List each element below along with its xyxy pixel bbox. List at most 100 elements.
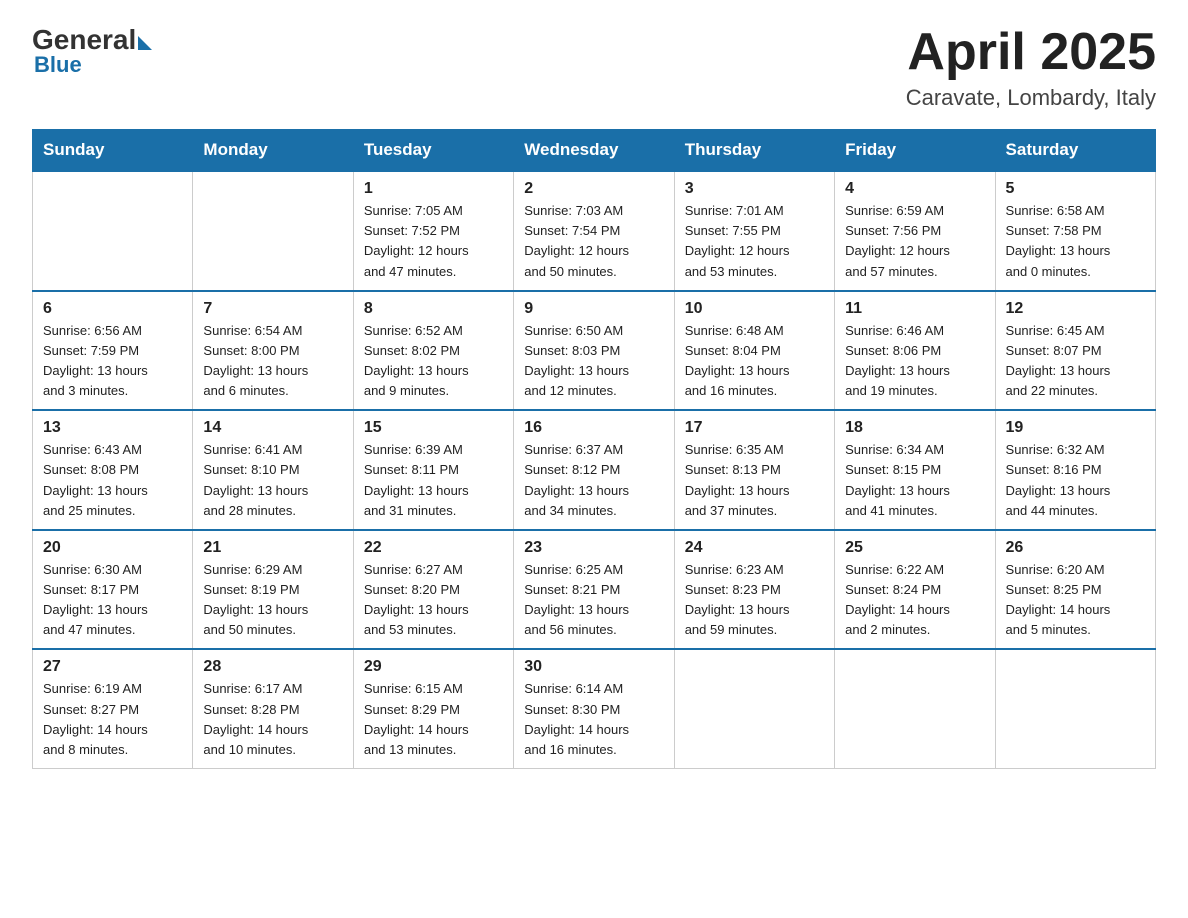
- day-info: Sunrise: 7:01 AM Sunset: 7:55 PM Dayligh…: [685, 201, 824, 282]
- day-number: 20: [43, 539, 182, 557]
- day-number: 28: [203, 658, 342, 676]
- day-number: 26: [1006, 539, 1145, 557]
- calendar-cell: 4 Sunrise: 6:59 AM Sunset: 7:56 PM Daylig…: [835, 171, 995, 291]
- calendar-cell: 26 Sunrise: 6:20 AM Sunset: 8:25 PM Dayli…: [995, 530, 1155, 650]
- calendar-cell: 27Sunrise: 6:19 AM Sunset: 8:27 PM Dayli…: [33, 649, 193, 768]
- calendar-header-row: SundayMondayTuesdayWednesdayThursdayFrid…: [33, 130, 1156, 172]
- calendar-cell: 15 Sunrise: 6:39 AM Sunset: 8:11 PM Dayli…: [353, 410, 513, 530]
- day-number: 24: [685, 539, 824, 557]
- calendar-cell: 9 Sunrise: 6:50 AM Sunset: 8:03 PM Daylig…: [514, 291, 674, 411]
- calendar-cell: 24Sunrise: 6:23 AM Sunset: 8:23 PM Dayli…: [674, 530, 834, 650]
- day-number: 13: [43, 419, 182, 437]
- day-number: 30: [524, 658, 663, 676]
- day-info: Sunrise: 7:03 AM Sunset: 7:54 PM Dayligh…: [524, 201, 663, 282]
- day-number: 9: [524, 300, 663, 318]
- calendar-cell: 8Sunrise: 6:52 AM Sunset: 8:02 PM Daylig…: [353, 291, 513, 411]
- day-number: 10: [685, 300, 824, 318]
- day-info: Sunrise: 6:20 AM Sunset: 8:25 PM Dayligh…: [1006, 560, 1145, 641]
- weekday-header-saturday: Saturday: [995, 130, 1155, 172]
- calendar-table: SundayMondayTuesdayWednesdayThursdayFrid…: [32, 129, 1156, 769]
- week-row-1: 1 Sunrise: 7:05 AM Sunset: 7:52 PM Daylig…: [33, 171, 1156, 291]
- page-title: April 2025: [906, 24, 1156, 81]
- day-info: Sunrise: 6:15 AM Sunset: 8:29 PM Dayligh…: [364, 679, 503, 760]
- day-info: Sunrise: 6:22 AM Sunset: 8:24 PM Dayligh…: [845, 560, 984, 641]
- calendar-cell: [33, 171, 193, 291]
- day-info: Sunrise: 6:14 AM Sunset: 8:30 PM Dayligh…: [524, 679, 663, 760]
- calendar-cell: 21 Sunrise: 6:29 AM Sunset: 8:19 PM Dayli…: [193, 530, 353, 650]
- day-info: Sunrise: 6:27 AM Sunset: 8:20 PM Dayligh…: [364, 560, 503, 641]
- day-number: 1: [364, 180, 503, 198]
- calendar-cell: 30 Sunrise: 6:14 AM Sunset: 8:30 PM Dayli…: [514, 649, 674, 768]
- day-info: Sunrise: 7:05 AM Sunset: 7:52 PM Dayligh…: [364, 201, 503, 282]
- day-info: Sunrise: 6:41 AM Sunset: 8:10 PM Dayligh…: [203, 440, 342, 521]
- calendar-cell: 20 Sunrise: 6:30 AM Sunset: 8:17 PM Dayli…: [33, 530, 193, 650]
- calendar-cell: [674, 649, 834, 768]
- day-info: Sunrise: 6:43 AM Sunset: 8:08 PM Dayligh…: [43, 440, 182, 521]
- calendar-cell: 1 Sunrise: 7:05 AM Sunset: 7:52 PM Daylig…: [353, 171, 513, 291]
- day-info: Sunrise: 6:30 AM Sunset: 8:17 PM Dayligh…: [43, 560, 182, 641]
- day-number: 21: [203, 539, 342, 557]
- day-number: 22: [364, 539, 503, 557]
- weekday-header-friday: Friday: [835, 130, 995, 172]
- day-number: 3: [685, 180, 824, 198]
- day-info: Sunrise: 6:54 AM Sunset: 8:00 PM Dayligh…: [203, 321, 342, 402]
- day-info: Sunrise: 6:35 AM Sunset: 8:13 PM Dayligh…: [685, 440, 824, 521]
- week-row-2: 6 Sunrise: 6:56 AM Sunset: 7:59 PM Daylig…: [33, 291, 1156, 411]
- calendar-cell: 5Sunrise: 6:58 AM Sunset: 7:58 PM Daylig…: [995, 171, 1155, 291]
- day-number: 8: [364, 300, 503, 318]
- day-info: Sunrise: 6:29 AM Sunset: 8:19 PM Dayligh…: [203, 560, 342, 641]
- logo-blue-text: Blue: [34, 52, 82, 78]
- week-row-5: 27Sunrise: 6:19 AM Sunset: 8:27 PM Dayli…: [33, 649, 1156, 768]
- day-info: Sunrise: 6:45 AM Sunset: 8:07 PM Dayligh…: [1006, 321, 1145, 402]
- day-number: 29: [364, 658, 503, 676]
- page-subtitle: Caravate, Lombardy, Italy: [906, 85, 1156, 111]
- weekday-header-sunday: Sunday: [33, 130, 193, 172]
- calendar-cell: 19 Sunrise: 6:32 AM Sunset: 8:16 PM Dayli…: [995, 410, 1155, 530]
- calendar-cell: 22 Sunrise: 6:27 AM Sunset: 8:20 PM Dayli…: [353, 530, 513, 650]
- logo-triangle-icon: [138, 36, 152, 50]
- day-number: 17: [685, 419, 824, 437]
- calendar-cell: 25 Sunrise: 6:22 AM Sunset: 8:24 PM Dayli…: [835, 530, 995, 650]
- day-info: Sunrise: 6:50 AM Sunset: 8:03 PM Dayligh…: [524, 321, 663, 402]
- day-info: Sunrise: 6:37 AM Sunset: 8:12 PM Dayligh…: [524, 440, 663, 521]
- day-info: Sunrise: 6:39 AM Sunset: 8:11 PM Dayligh…: [364, 440, 503, 521]
- logo: General Blue: [32, 24, 152, 78]
- calendar-cell: 6 Sunrise: 6:56 AM Sunset: 7:59 PM Daylig…: [33, 291, 193, 411]
- weekday-header-thursday: Thursday: [674, 130, 834, 172]
- day-info: Sunrise: 6:59 AM Sunset: 7:56 PM Dayligh…: [845, 201, 984, 282]
- calendar-cell: 13 Sunrise: 6:43 AM Sunset: 8:08 PM Dayli…: [33, 410, 193, 530]
- day-number: 12: [1006, 300, 1145, 318]
- day-number: 4: [845, 180, 984, 198]
- day-info: Sunrise: 6:46 AM Sunset: 8:06 PM Dayligh…: [845, 321, 984, 402]
- week-row-4: 20 Sunrise: 6:30 AM Sunset: 8:17 PM Dayli…: [33, 530, 1156, 650]
- day-number: 5: [1006, 180, 1145, 198]
- day-info: Sunrise: 6:48 AM Sunset: 8:04 PM Dayligh…: [685, 321, 824, 402]
- title-area: April 2025 Caravate, Lombardy, Italy: [906, 24, 1156, 111]
- day-info: Sunrise: 6:56 AM Sunset: 7:59 PM Dayligh…: [43, 321, 182, 402]
- day-number: 6: [43, 300, 182, 318]
- day-number: 27: [43, 658, 182, 676]
- calendar-cell: 10 Sunrise: 6:48 AM Sunset: 8:04 PM Dayli…: [674, 291, 834, 411]
- day-number: 14: [203, 419, 342, 437]
- day-info: Sunrise: 6:32 AM Sunset: 8:16 PM Dayligh…: [1006, 440, 1145, 521]
- day-number: 2: [524, 180, 663, 198]
- calendar-cell: 18Sunrise: 6:34 AM Sunset: 8:15 PM Dayli…: [835, 410, 995, 530]
- day-number: 23: [524, 539, 663, 557]
- day-number: 11: [845, 300, 984, 318]
- day-number: 18: [845, 419, 984, 437]
- week-row-3: 13 Sunrise: 6:43 AM Sunset: 8:08 PM Dayli…: [33, 410, 1156, 530]
- calendar-cell: 2 Sunrise: 7:03 AM Sunset: 7:54 PM Daylig…: [514, 171, 674, 291]
- day-number: 7: [203, 300, 342, 318]
- day-number: 25: [845, 539, 984, 557]
- calendar-cell: 17 Sunrise: 6:35 AM Sunset: 8:13 PM Dayli…: [674, 410, 834, 530]
- day-number: 15: [364, 419, 503, 437]
- calendar-cell: 23Sunrise: 6:25 AM Sunset: 8:21 PM Dayli…: [514, 530, 674, 650]
- weekday-header-wednesday: Wednesday: [514, 130, 674, 172]
- day-number: 19: [1006, 419, 1145, 437]
- calendar-cell: 7 Sunrise: 6:54 AM Sunset: 8:00 PM Daylig…: [193, 291, 353, 411]
- calendar-cell: [995, 649, 1155, 768]
- calendar-cell: 28 Sunrise: 6:17 AM Sunset: 8:28 PM Dayli…: [193, 649, 353, 768]
- day-info: Sunrise: 6:17 AM Sunset: 8:28 PM Dayligh…: [203, 679, 342, 760]
- calendar-cell: 16Sunrise: 6:37 AM Sunset: 8:12 PM Dayli…: [514, 410, 674, 530]
- calendar-cell: 29 Sunrise: 6:15 AM Sunset: 8:29 PM Dayli…: [353, 649, 513, 768]
